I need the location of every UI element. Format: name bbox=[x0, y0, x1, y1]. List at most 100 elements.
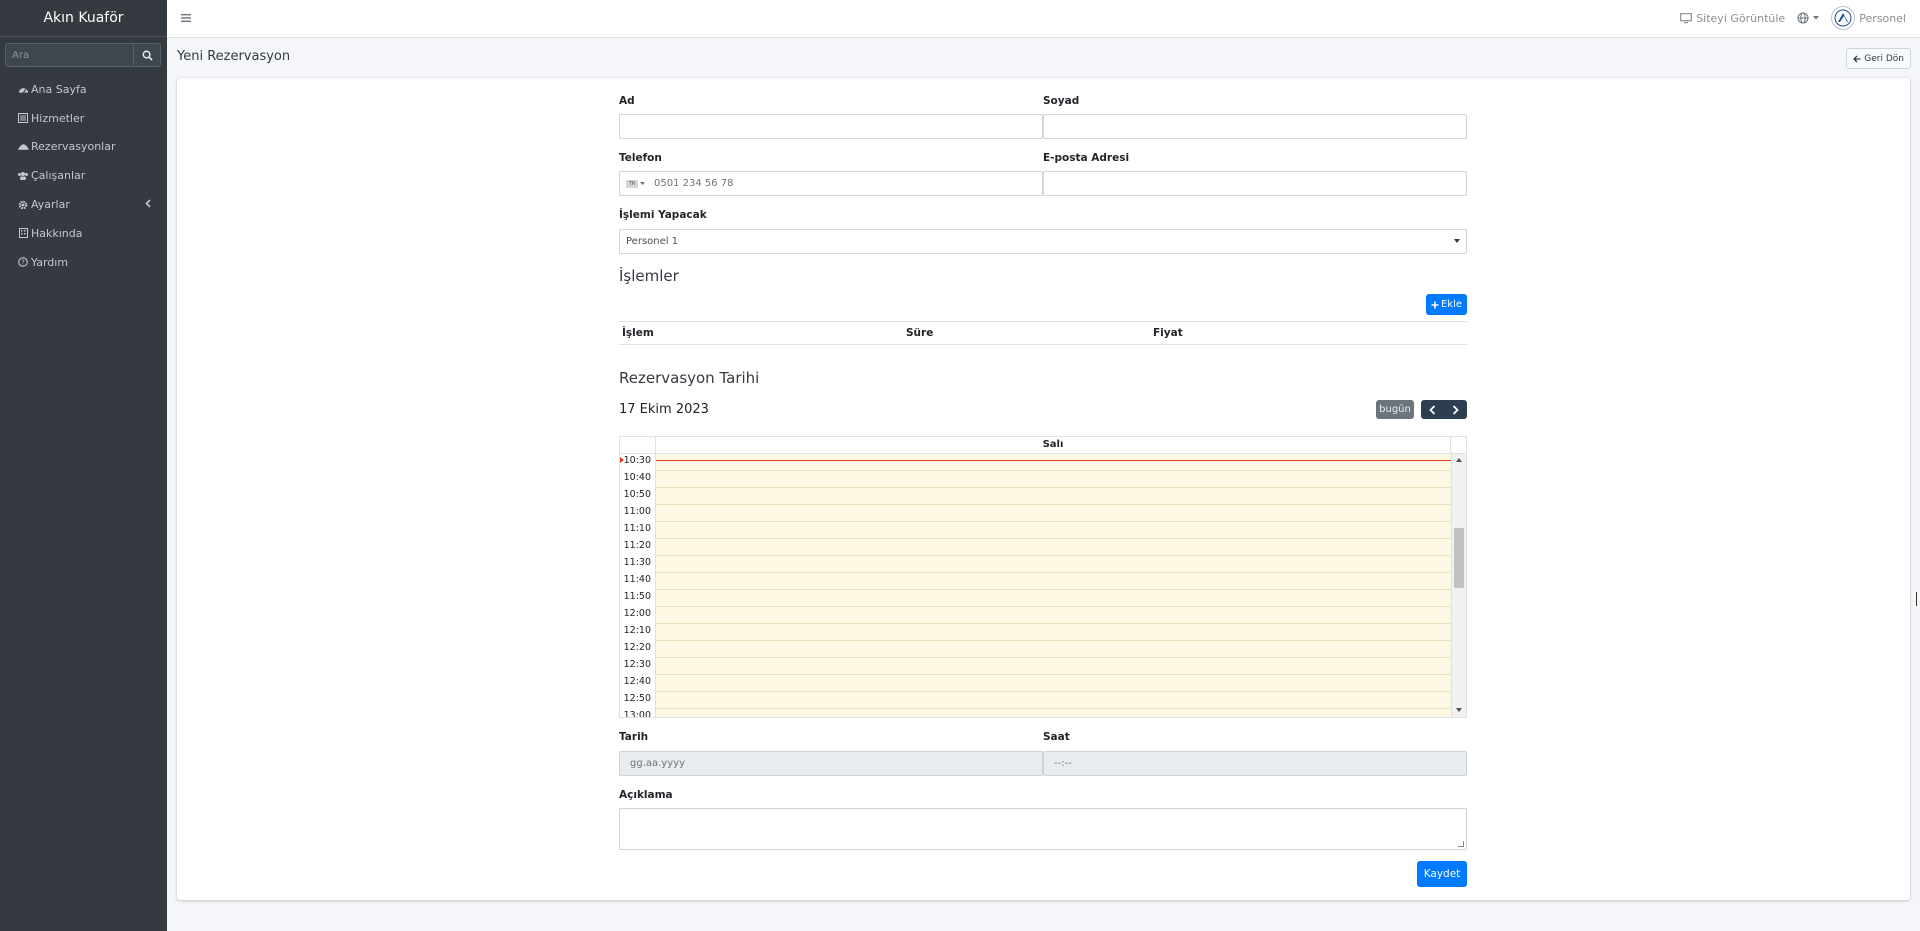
search-button[interactable] bbox=[133, 43, 161, 67]
chevron-left-icon bbox=[1429, 404, 1436, 415]
calendar-scrollbar[interactable] bbox=[1451, 454, 1466, 717]
calendar-slot-time: 11:00 bbox=[620, 505, 656, 522]
calendar-slot-cell[interactable] bbox=[656, 641, 1451, 658]
user-menu[interactable]: Personel bbox=[1831, 6, 1906, 30]
calendar-slot-row[interactable]: 10:30 bbox=[620, 454, 1451, 471]
calendar-slot-row[interactable]: 10:50 bbox=[620, 488, 1451, 505]
calendar-slot-row[interactable]: 12:30 bbox=[620, 658, 1451, 675]
calendar-slot-cell[interactable] bbox=[656, 658, 1451, 675]
list-icon bbox=[17, 112, 29, 124]
calendar-slot-time: 10:50 bbox=[620, 488, 656, 505]
calendar-slot-cell[interactable] bbox=[656, 692, 1451, 709]
services-title: İşlemler bbox=[619, 267, 679, 285]
menu-icon[interactable] bbox=[180, 12, 192, 24]
calendar-slot-row[interactable]: 11:50 bbox=[620, 590, 1451, 607]
last-name-label: Soyad bbox=[1043, 95, 1080, 107]
sidebar-item-services[interactable]: Hizmetler bbox=[0, 104, 167, 133]
phone-field[interactable]: TR 0501 234 56 78 bbox=[619, 171, 1043, 196]
note-label: Açıklama bbox=[619, 789, 673, 801]
calendar-slot-cell[interactable] bbox=[656, 539, 1451, 556]
staff-label: İşlemi Yapacak bbox=[619, 209, 707, 221]
calendar-slot-time: 12:20 bbox=[620, 641, 656, 658]
sidebar-item-label: Çalışanlar bbox=[31, 169, 86, 183]
monitor-icon bbox=[1680, 12, 1693, 23]
chevron-right-icon bbox=[1452, 404, 1459, 415]
save-button[interactable]: Kaydet bbox=[1417, 861, 1467, 887]
calendar-slot-row[interactable]: 11:40 bbox=[620, 573, 1451, 590]
arrow-left-icon bbox=[1853, 55, 1861, 62]
sidebar-item-label: Hizmetler bbox=[31, 111, 85, 125]
calendar-slot-cell[interactable] bbox=[656, 522, 1451, 539]
sidebar-item-help[interactable]: ? Yardım bbox=[0, 248, 167, 277]
calendar-slot-cell[interactable] bbox=[656, 675, 1451, 692]
calendar-slot-cell[interactable] bbox=[656, 624, 1451, 641]
chevron-left-icon bbox=[145, 199, 151, 208]
email-field[interactable] bbox=[1043, 171, 1467, 196]
calendar-slot-time: 13:00 bbox=[620, 709, 656, 717]
staff-select[interactable]: Personel 1 bbox=[619, 229, 1467, 254]
calendar-slot-time: 12:10 bbox=[620, 624, 656, 641]
date-label: Tarih bbox=[619, 731, 649, 743]
sidebar-search bbox=[5, 43, 162, 67]
time-field[interactable]: --:-- bbox=[1043, 751, 1467, 776]
brand-title[interactable]: Akın Kuaför bbox=[0, 0, 167, 37]
current-time-arrow-icon bbox=[620, 457, 624, 463]
help-circle-icon: ? bbox=[17, 256, 29, 268]
calendar-slot-cell[interactable] bbox=[656, 454, 1451, 471]
sidebar-item-reservations[interactable]: Rezervasyonlar bbox=[0, 133, 167, 162]
calendar-title: 17 Ekim 2023 bbox=[619, 402, 709, 417]
phone-label: Telefon bbox=[619, 152, 662, 164]
calendar-slot-cell[interactable] bbox=[656, 556, 1451, 573]
calendar-slot-row[interactable]: 11:20 bbox=[620, 539, 1451, 556]
user-name: Personel bbox=[1859, 11, 1906, 25]
calendar-slot-row[interactable]: 12:00 bbox=[620, 607, 1451, 624]
calendar-slot-row[interactable]: 12:20 bbox=[620, 641, 1451, 658]
back-button[interactable]: Geri Dön bbox=[1846, 48, 1911, 69]
calendar-grid: Salı 10:30 10:40 10:50 11:00 11:10 11:20 11:30… bbox=[619, 436, 1467, 718]
calendar-slot-time: 11:40 bbox=[620, 573, 656, 590]
calendar-slot-row[interactable]: 11:30 bbox=[620, 556, 1451, 573]
calendar-slot-row[interactable]: 12:40 bbox=[620, 675, 1451, 692]
calendar-slot-cell[interactable] bbox=[656, 505, 1451, 522]
calendar-slot-cell[interactable] bbox=[656, 573, 1451, 590]
calendar-slot-row[interactable]: 11:10 bbox=[620, 522, 1451, 539]
country-flag[interactable]: TR bbox=[626, 179, 638, 188]
avatar bbox=[1831, 6, 1856, 30]
resize-handle-icon[interactable] bbox=[1458, 841, 1464, 847]
language-dropdown[interactable] bbox=[1797, 12, 1820, 24]
calendar-slot-cell[interactable] bbox=[656, 607, 1451, 624]
sidebar-item-employees[interactable]: Çalışanlar bbox=[0, 161, 167, 190]
calendar-slot-row[interactable]: 13:00 bbox=[620, 709, 1451, 717]
calendar-body[interactable]: 10:30 10:40 10:50 11:00 11:10 11:20 11:30 11:40… bbox=[620, 454, 1451, 717]
calendar-slot-cell[interactable] bbox=[656, 590, 1451, 607]
calendar-slot-row[interactable]: 11:00 bbox=[620, 505, 1451, 522]
add-service-button[interactable]: Ekle bbox=[1426, 294, 1467, 315]
caret-down-icon bbox=[1454, 239, 1460, 243]
calendar-slot-time: 10:30 bbox=[620, 454, 656, 471]
sidebar-item-settings[interactable]: Ayarlar bbox=[0, 190, 167, 219]
calendar-next-button[interactable] bbox=[1444, 400, 1467, 419]
calendar-slot-cell[interactable] bbox=[656, 471, 1451, 488]
calendar-slot-time: 11:20 bbox=[620, 539, 656, 556]
calendar-slot-row[interactable]: 12:10 bbox=[620, 624, 1451, 641]
scroll-down-arrow-icon[interactable] bbox=[1456, 708, 1462, 712]
last-name-field[interactable] bbox=[1043, 114, 1467, 139]
sidebar-item-home[interactable]: Ana Sayfa bbox=[0, 75, 167, 104]
calendar-slot-cell[interactable] bbox=[656, 709, 1451, 717]
calendar-prev-button[interactable] bbox=[1421, 400, 1444, 419]
scrollbar-thumb[interactable] bbox=[1454, 528, 1464, 588]
sidebar-item-about[interactable]: Hakkında bbox=[0, 219, 167, 248]
note-textarea[interactable] bbox=[619, 808, 1467, 850]
topbar-right: Siteyi Görüntüle Personel bbox=[1680, 6, 1906, 30]
view-site-link[interactable]: Siteyi Görüntüle bbox=[1680, 12, 1785, 25]
date-field[interactable]: gg.aa.yyyy bbox=[619, 751, 1043, 776]
top-navbar: Siteyi Görüntüle Personel bbox=[167, 0, 1920, 38]
calendar-slot-cell[interactable] bbox=[656, 488, 1451, 505]
today-button[interactable]: bugün bbox=[1376, 400, 1414, 419]
search-input[interactable] bbox=[5, 43, 133, 67]
calendar-slot-time: 10:40 bbox=[620, 471, 656, 488]
scroll-up-arrow-icon[interactable] bbox=[1456, 458, 1462, 462]
calendar-slot-row[interactable]: 10:40 bbox=[620, 471, 1451, 488]
first-name-field[interactable] bbox=[619, 114, 1043, 139]
calendar-slot-row[interactable]: 12:50 bbox=[620, 692, 1451, 709]
